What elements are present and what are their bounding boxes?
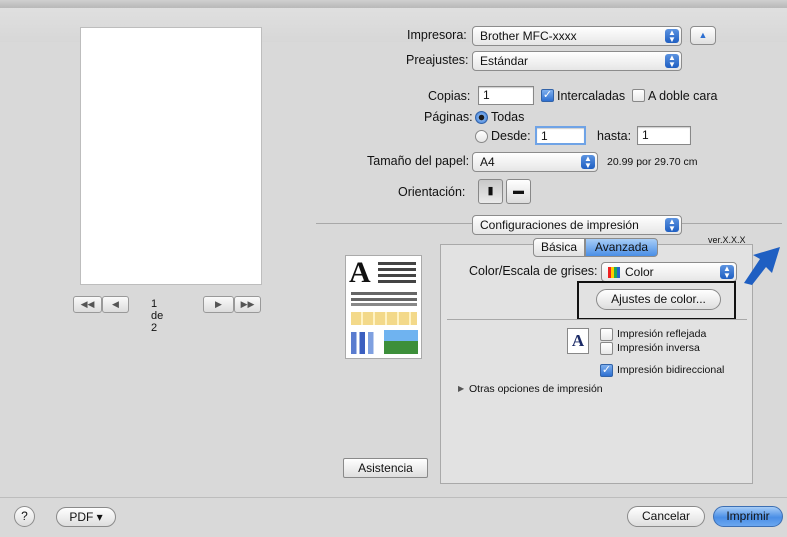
thumbnail-text-icon [351,292,417,295]
portrait-icon: ▮ [487,185,494,197]
pdf-menu-button[interactable]: PDF ▾ [56,507,116,527]
thumbnail-lines-icon [378,262,416,265]
popup-arrows-icon: ▲ ▼ [665,218,679,233]
pages-to-input[interactable]: 1 [637,126,691,145]
section-select[interactable]: Configuraciones de impresión ▲ ▼ [472,215,682,235]
panel-divider [447,319,747,320]
pages-all-label: Todas [491,110,525,124]
prev-page-button[interactable]: ◀ [102,296,129,313]
presets-select[interactable]: Estándar ▲ ▼ [472,51,682,71]
pointer-arrow-icon [744,247,780,285]
other-options-label[interactable]: Otras opciones de impresión [469,383,603,395]
duplex-label: A doble cara [648,89,718,103]
color-mode-label: Color/Escala de grises: [469,264,598,278]
cancel-button[interactable]: Cancelar [627,506,705,527]
orientation-label: Orientación: [398,185,466,199]
presets-value: Estándar [480,54,529,68]
color-swatch-icon [608,267,620,278]
color-mode-value: Color [625,265,654,279]
support-button[interactable]: Asistencia [343,458,428,478]
tab-avanzada[interactable]: Avanzada [585,238,658,257]
collated-label: Intercaladas [557,89,626,103]
landscape-icon: ▬ [513,185,524,197]
footer-divider [0,497,787,498]
version-label: ver.X.X.X [708,235,746,245]
thumbnail-photo-icon [384,330,418,354]
pages-from-input[interactable]: 1 [535,126,586,145]
help-button[interactable]: ? [14,506,35,527]
paper-size-value: A4 [480,155,495,169]
paper-size-select[interactable]: A4 ▲ ▼ [472,152,598,172]
disclosure-triangle-icon[interactable]: ▶ [458,384,464,393]
bidirectional-print-label: Impresión bidireccional [617,364,725,376]
collapse-dialog-icon[interactable]: ▲ [690,26,716,45]
printer-value: Brother MFC-xxxx [480,29,577,43]
thumbnail-letter-icon: A [349,256,371,289]
first-page-button[interactable]: ◀◀ [73,296,102,313]
reverse-print-checkbox[interactable] [600,342,613,355]
collated-checkbox[interactable]: ✓ [541,89,554,102]
presets-label: Preajustes: [406,53,469,67]
tab-basica[interactable]: Básica [533,238,585,257]
pages-label: Páginas: [424,110,473,124]
thumbnail-table-icon [351,312,417,325]
popup-arrows-icon: ▲ ▼ [665,29,679,44]
page-preview [80,27,262,285]
copies-label: Copias: [428,89,471,103]
mirror-print-checkbox[interactable] [600,328,613,341]
pages-range-radio[interactable] [475,130,488,143]
duplex-checkbox[interactable] [632,89,645,102]
paper-dimensions: 20.99 por 29.70 cm [607,156,698,168]
page-counter: 1 de 2 [151,298,164,334]
print-button[interactable]: Imprimir [713,506,783,527]
window-titlebar [0,0,787,8]
layout-thumbnail: A [345,255,422,359]
reverse-print-label: Impresión inversa [617,342,700,354]
copies-input[interactable]: 1 [478,86,534,105]
pages-from-label: Desde: [491,129,531,143]
popup-arrows-icon: ▲ ▼ [665,54,679,69]
color-settings-button[interactable]: Ajustes de color... [596,289,721,310]
last-page-button[interactable]: ▶▶ [234,296,261,313]
color-mode-select[interactable]: Color ▲ ▼ [601,262,737,282]
thumbnail-chart-icon [351,332,379,354]
printer-select[interactable]: Brother MFC-xxxx ▲ ▼ [472,26,682,46]
pages-all-radio[interactable] [475,111,488,124]
section-value: Configuraciones de impresión [480,218,639,232]
popup-arrows-icon: ▲ ▼ [581,155,595,170]
mirror-print-label: Impresión reflejada [617,328,707,340]
next-page-button[interactable]: ▶ [203,296,234,313]
pages-to-label: hasta: [597,129,632,143]
popup-arrows-icon: ▲ ▼ [720,265,734,280]
portrait-orientation-button[interactable]: ▮ [478,179,503,204]
bidirectional-print-checkbox[interactable]: ✓ [600,364,613,377]
printer-label: Impresora: [407,28,467,42]
paper-size-label: Tamaño del papel: [367,154,470,168]
text-sample-icon: A [567,328,589,354]
landscape-orientation-button[interactable]: ▬ [506,179,531,204]
